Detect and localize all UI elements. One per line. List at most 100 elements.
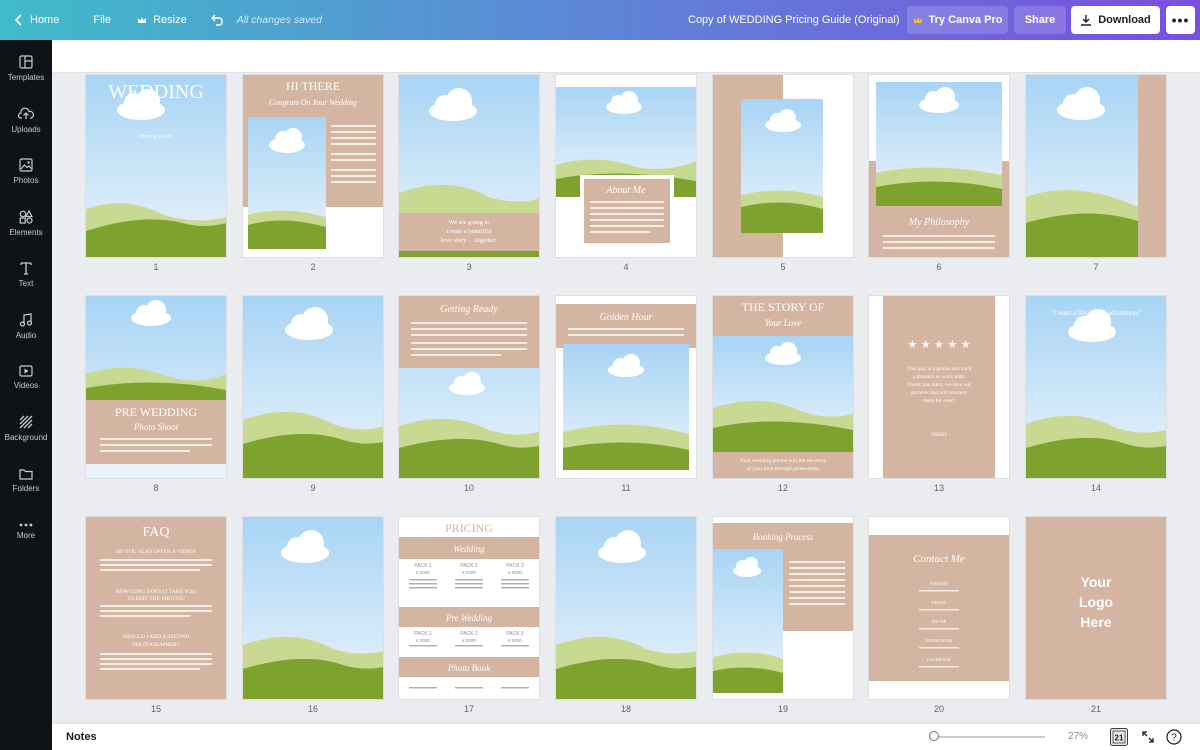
download-icon xyxy=(1081,15,1092,26)
page-grid: WEDDING Pricing Guide 1 HI THERE Congrat… xyxy=(52,73,1200,723)
more-options-button[interactable]: ••• xyxy=(1166,6,1195,34)
share-button[interactable]: Share xyxy=(1014,6,1066,34)
page-thumbnail-2[interactable]: HI THERE Congrats On Your Wedding xyxy=(243,75,383,257)
page-text: Logo xyxy=(1079,594,1113,610)
page-text: of your love through generations. xyxy=(746,465,820,472)
sidebar-item-text[interactable]: Text xyxy=(0,250,52,298)
bottom-bar: Notes 27% 21 ? xyxy=(52,723,1200,750)
page-thumbnail-17[interactable]: PRICING Wedding PACK 1 PACK 2 PACK 3 € 0… xyxy=(399,517,539,699)
zoom-level[interactable]: 27% xyxy=(1068,724,1088,750)
page-text: Thank you Alex, we love our xyxy=(907,382,971,388)
grid-view-button[interactable]: 21 xyxy=(1109,727,1129,747)
page-text: € 0000 xyxy=(508,570,522,575)
page-thumbnail-10[interactable]: Getting Ready xyxy=(399,296,539,478)
page-text: € 0000 xyxy=(416,570,430,575)
page-text: About Me xyxy=(605,185,646,196)
page-thumbnail-5[interactable] xyxy=(713,75,853,257)
page-thumbnail-19[interactable]: Booking Process xyxy=(713,517,853,699)
sidebar-item-more[interactable]: More xyxy=(0,507,52,555)
page-text: PHOTOGRAPHER? xyxy=(133,642,180,648)
page-number: 6 xyxy=(936,262,942,272)
page-text: PACK 2 xyxy=(460,631,478,637)
sidebar-item-uploads[interactable]: Uploads xyxy=(0,96,52,144)
page-text: FAQ xyxy=(143,525,170,540)
page-11-art: Golden Hour xyxy=(556,296,696,478)
chevron-left-icon xyxy=(14,14,22,26)
page-number: 3 xyxy=(466,262,472,272)
page-number: 7 xyxy=(1093,262,1099,272)
grid-view-icon: 21 xyxy=(1110,728,1128,746)
page-text: FACEBOOK xyxy=(927,657,952,662)
try-pro-label: Try Canva Pro xyxy=(928,14,1003,26)
page-15-art: FAQ DO YOU ALSO OFFER A VIDEO? HOW LONG … xyxy=(86,517,226,699)
page-thumbnail-7[interactable] xyxy=(1026,75,1166,257)
sidebar-item-label: Elements xyxy=(9,227,43,237)
videos-icon xyxy=(19,364,33,377)
sidebar-item-audio[interactable]: Audio xyxy=(0,302,52,350)
templates-icon xyxy=(19,54,33,69)
page-text: € 0000 xyxy=(508,638,522,643)
page-thumbnail-18[interactable] xyxy=(556,517,696,699)
home-button[interactable]: Home xyxy=(0,0,69,40)
sidebar-item-background[interactable]: Background xyxy=(0,404,52,452)
sidebar-item-label: Templates xyxy=(7,72,45,82)
page-thumbnail-9[interactable] xyxy=(243,296,383,478)
fullscreen-button[interactable] xyxy=(1138,727,1158,747)
page-thumbnail-8[interactable]: PRE WEDDING Photo Shoot xyxy=(86,296,226,478)
page-20-art: Contact Me WEBSITE EMAIL PHONE INSTAGRAM… xyxy=(869,517,1009,699)
page-text: PHONE xyxy=(931,619,946,624)
page-thumbnail-1[interactable]: WEDDING Pricing Guide xyxy=(86,75,226,257)
document-title[interactable]: Copy of WEDDING Pricing Guide (Original) xyxy=(688,0,900,40)
try-canva-pro-button[interactable]: Try Canva Pro xyxy=(907,6,1008,34)
page-thumbnail-14[interactable]: "I want a life full of adventures" xyxy=(1026,296,1166,478)
sidebar-item-folders[interactable]: Folders xyxy=(0,456,52,504)
page-text: My Philosophy xyxy=(908,217,970,228)
page-thumbnail-13[interactable]: ★ ★ ★ ★ ★ This guy is a genius and such … xyxy=(869,296,1009,478)
page-text: This guy is a genius and such xyxy=(907,366,972,372)
page-thumbnail-11[interactable]: Golden Hour xyxy=(556,296,696,478)
page-text: PRE WEDDING xyxy=(115,405,197,419)
page-14-art: "I want a life full of adventures" xyxy=(1026,296,1166,478)
page-text: We are going to xyxy=(448,219,489,226)
page-text: Golden Hour xyxy=(599,312,652,323)
page-text: love story ... together. xyxy=(441,237,498,244)
page-number: 9 xyxy=(310,483,316,493)
page-text: create a beautiful xyxy=(447,228,492,235)
page-thumbnail-16[interactable] xyxy=(243,517,383,699)
page-thumbnail-21[interactable]: Your Logo Here xyxy=(1026,517,1166,699)
page-3-art: We are going to create a beautiful love … xyxy=(399,75,539,257)
page-number: 17 xyxy=(463,704,474,714)
page-text: SHOULD I ADD A SECOND xyxy=(123,634,190,640)
notes-button[interactable]: Notes xyxy=(66,724,97,750)
page-text: TO EDIT THE PHOTOS? xyxy=(127,596,186,602)
page-thumbnail-4[interactable]: About Me xyxy=(556,75,696,257)
zoom-slider-handle[interactable] xyxy=(928,731,939,741)
sidebar-item-templates[interactable]: Templates xyxy=(0,44,52,92)
page-thumbnail-6[interactable]: My Philosophy xyxy=(869,75,1009,257)
download-button[interactable]: Download xyxy=(1071,6,1160,34)
page-text: pictures and will treasure xyxy=(911,390,967,396)
page-text: Wedding xyxy=(453,544,485,554)
page-text: Getting Ready xyxy=(440,304,498,315)
resize-button[interactable]: Resize xyxy=(127,0,197,40)
sidebar-item-label: Folders xyxy=(12,483,40,493)
sidebar-item-elements[interactable]: Elements xyxy=(0,199,52,247)
file-menu[interactable]: File xyxy=(83,0,121,40)
page-7-art xyxy=(1026,75,1166,257)
sidebar-item-photos[interactable]: Photos xyxy=(0,147,52,195)
page-thumbnail-15[interactable]: FAQ DO YOU ALSO OFFER A VIDEO? HOW LONG … xyxy=(86,517,226,699)
sidebar-item-videos[interactable]: Videos xyxy=(0,353,52,401)
page-thumbnail-12[interactable]: THE STORY OF Your Love Your wedding phot… xyxy=(713,296,853,478)
page-8-art: PRE WEDDING Photo Shoot xyxy=(86,296,226,478)
page-number: 8 xyxy=(153,483,159,493)
zoom-slider[interactable] xyxy=(928,731,1045,741)
page-thumbnail-3[interactable]: We are going to create a beautiful love … xyxy=(399,75,539,257)
undo-button[interactable] xyxy=(201,0,235,40)
page-text: Here xyxy=(1080,614,1111,630)
page-number: 1 xyxy=(153,262,159,272)
help-button[interactable]: ? xyxy=(1164,727,1184,747)
page-text: Photo Shoot xyxy=(133,422,179,432)
page-thumbnail-20[interactable]: Contact Me WEBSITE EMAIL PHONE INSTAGRAM… xyxy=(869,517,1009,699)
page-2-art: HI THERE Congrats On Your Wedding xyxy=(243,75,383,257)
page-text: WEDDING xyxy=(108,81,204,103)
